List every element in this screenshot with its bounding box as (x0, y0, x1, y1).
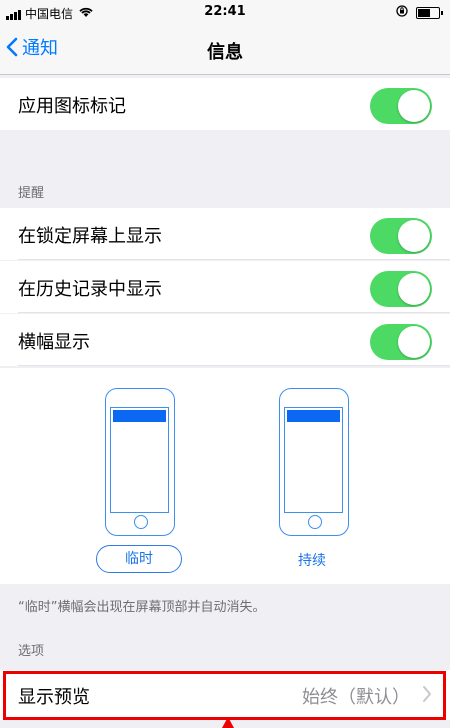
phone-screen (284, 407, 343, 513)
persistent-style-label[interactable]: 持续 (270, 550, 354, 570)
section-header-options: 选项 (18, 644, 45, 659)
row-banners-label: 横幅显示 (18, 332, 90, 353)
navigation-bar: 通知 信息 (0, 26, 450, 75)
pointer-arrow-icon (222, 717, 234, 728)
row-lock-screen-label: 在锁定屏幕上显示 (18, 226, 162, 247)
section-header-alerts: 提醒 (18, 186, 45, 201)
row-banners: 横幅显示 (0, 314, 450, 366)
toggle-knob (398, 273, 430, 305)
phone-screen (110, 407, 169, 513)
page: 中国电信 22:41 通知 信息 应用图标标记 提醒 在锁定屏幕上显示 在历史记… (0, 0, 450, 728)
toggle-knob (398, 90, 430, 122)
status-bar: 中国电信 22:41 (0, 0, 450, 26)
status-time: 22:41 (204, 4, 246, 19)
toggle-knob (398, 326, 430, 358)
history-toggle[interactable] (370, 271, 432, 307)
status-right (396, 5, 443, 20)
divider (18, 312, 450, 313)
divider (18, 259, 450, 260)
battery-icon (416, 6, 443, 19)
banner-style-panel: 临时 持续 (0, 368, 450, 584)
row-history: 在历史记录中显示 (0, 261, 450, 313)
highlight-box (3, 671, 446, 720)
row-lock-screen: 在锁定屏幕上显示 (0, 208, 450, 260)
divider (18, 365, 450, 366)
home-button-icon (134, 515, 148, 529)
row-app-badge-label: 应用图标标记 (18, 96, 126, 117)
row-history-label: 在历史记录中显示 (18, 279, 162, 300)
banner-footnote: “临时”横幅会出现在屏幕顶部并自动消失。 (18, 600, 266, 615)
toggle-knob (398, 220, 430, 252)
lock-screen-toggle[interactable] (370, 218, 432, 254)
banner-preview (287, 410, 340, 422)
rotation-lock-icon (396, 5, 408, 20)
persistent-banner-option[interactable] (279, 388, 349, 536)
page-title: 信息 (207, 42, 243, 63)
row-app-badge: 应用图标标记 (0, 78, 450, 130)
app-badge-toggle[interactable] (370, 88, 432, 124)
temporary-banner-option[interactable] (105, 388, 175, 536)
banners-toggle[interactable] (370, 324, 432, 360)
banner-preview (113, 410, 166, 422)
temporary-style-label[interactable]: 临时 (96, 545, 182, 573)
home-button-icon (308, 515, 322, 529)
